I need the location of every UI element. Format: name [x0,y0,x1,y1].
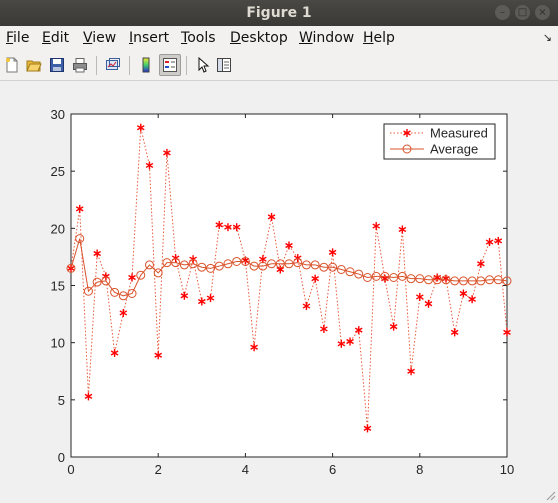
x-tick-label: 6 [329,462,336,477]
menu-tools[interactable]: Tools [181,30,216,46]
menu-label: esktop [240,30,288,46]
window-titlebar: Figure 1 – □ × [0,0,558,26]
y-tick-label: 5 [58,393,65,408]
new-figure-icon[interactable] [2,55,22,75]
y-tick-label: 10 [51,336,65,351]
x-tick-label: 4 [242,462,249,477]
legend[interactable]: MeasuredAverage [383,123,496,160]
y-tick-label: 15 [51,279,65,294]
menu-mnemonic: F [6,30,14,46]
y-tick-label: 20 [51,221,65,236]
save-icon[interactable] [47,55,67,75]
menu-label: ile [13,30,30,46]
menu-label: ools [187,30,216,46]
menu-label: indow [312,30,355,46]
y-tick-label: 30 [51,107,65,122]
menu-mnemonic: V [83,30,93,46]
legend-icon[interactable] [159,54,181,76]
toolbar-separator [129,56,130,75]
property-editor-icon[interactable] [214,55,234,75]
resize-grip-icon[interactable] [544,489,556,501]
minimize-button[interactable]: – [495,5,510,20]
legend-label: Measured [430,126,488,141]
print-icon[interactable] [70,55,90,75]
colorbar-icon[interactable] [136,55,156,75]
menu-edit[interactable]: Edit [42,30,69,46]
x-tick-label: 8 [416,462,423,477]
pointer-icon[interactable] [193,55,213,75]
line-plot[interactable]: 0 2 4 6 8 10 0 5 10 15 20 25 30 MeasuredAverage [0,81,558,503]
menu-mnemonic: W [299,30,313,46]
menu-view[interactable]: View [83,30,116,46]
figure-toolbar [0,50,558,81]
menu-label: elp [373,30,395,46]
x-tick-label: 10 [500,462,514,477]
menu-help[interactable]: Help [363,30,395,46]
y-tick-label: 0 [58,450,65,465]
menu-file[interactable]: File [6,30,29,46]
window-title: Figure 1 [246,5,312,21]
x-tick-label: 0 [67,462,74,477]
undock-icon[interactable]: ↘ [543,31,552,44]
menu-label: dit [50,30,70,46]
toolbar-separator [96,56,97,75]
menu-label: iew [92,30,117,46]
legend-label: Average [430,142,478,157]
menu-mnemonic: H [363,30,374,46]
close-button[interactable]: × [535,5,550,20]
x-tick-label: 2 [155,462,162,477]
menu-desktop[interactable]: Desktop [230,30,288,46]
menu-mnemonic: D [230,30,241,46]
menu-mnemonic: E [42,30,51,46]
menu-window[interactable]: Window [299,30,354,46]
link-plot-icon[interactable] [103,55,123,75]
toolbar-separator [186,56,187,75]
open-file-icon[interactable] [24,55,44,75]
figure-canvas: 0 2 4 6 8 10 0 5 10 15 20 25 30 Measured Average [0,81,558,503]
y-tick-label: 25 [51,164,65,179]
maximize-button[interactable]: □ [515,5,530,20]
menu-insert[interactable]: Insert [129,30,169,46]
menu-bar: File Edit View Insert Tools Desktop Wind… [0,26,558,50]
menu-label: nsert [133,30,170,46]
